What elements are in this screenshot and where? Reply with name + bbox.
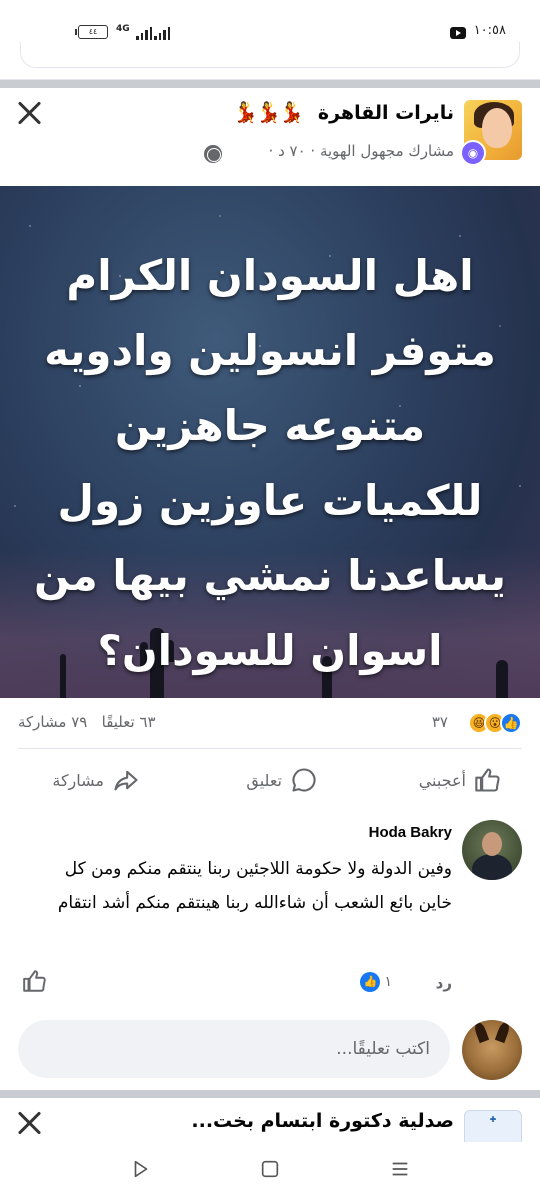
- reply-button[interactable]: رد: [436, 974, 452, 992]
- like-badge-icon: 👍: [360, 972, 381, 992]
- image-text-line: للكميات عاوزين زول: [57, 476, 483, 525]
- post-header: ◉ نايرات القاهرة 💃💃💃 مشارك مجهول الهوية …: [0, 88, 540, 186]
- divider: [18, 748, 522, 749]
- image-text-line: اهل السودان الكرام: [66, 251, 474, 300]
- signal-icon-2: [154, 26, 170, 40]
- image-text-line: اسوان للسودان؟: [97, 626, 443, 675]
- feed-separator: [0, 1090, 540, 1098]
- shares-count[interactable]: ٧٩ مشاركة: [18, 713, 87, 731]
- home-icon[interactable]: [259, 1158, 281, 1180]
- comment-input[interactable]: [18, 1020, 450, 1078]
- previous-comment-pill: [20, 42, 520, 68]
- reaction-icons[interactable]: 👍 😮 😆: [468, 712, 522, 734]
- thumbs-up-icon: [475, 768, 500, 792]
- comments-shares-count[interactable]: ٦٣ تعليقًا ٧٩ مشاركة: [18, 713, 156, 731]
- anonymous-member-icon: ◉: [460, 140, 486, 166]
- dancer-emoji-decor: 💃💃💃: [233, 100, 304, 124]
- comment-label: تعليق: [246, 770, 282, 790]
- comment-button[interactable]: تعليق: [246, 766, 318, 794]
- comment-bubble-icon: [292, 768, 316, 792]
- commenter-name[interactable]: Hoda Bakry: [369, 824, 452, 841]
- comment-composer: [0, 1014, 540, 1086]
- comments-count[interactable]: ٦٣ تعليقًا: [102, 713, 156, 731]
- feed-separator: [0, 80, 540, 88]
- previous-post-edge: [0, 42, 540, 80]
- like-label: أعجبني: [418, 770, 466, 790]
- comment-like-number: ١: [384, 974, 392, 990]
- comment-like-icon[interactable]: [22, 968, 48, 994]
- image-text-line: متنوعه جاهزين: [114, 401, 426, 450]
- share-button[interactable]: مشاركة: [52, 766, 140, 794]
- system-navigation-bar: [0, 1142, 540, 1200]
- next-post-title[interactable]: صدلية دكتورة ابتسام بخت...: [191, 1110, 454, 1132]
- comment-actions: رد 👍 ١: [0, 968, 540, 998]
- reaction-count[interactable]: ٣٧: [432, 713, 448, 731]
- image-text-line: يساعدنا نمشي بيها من: [33, 551, 506, 600]
- comment-like-count[interactable]: 👍 ١: [360, 972, 392, 992]
- close-icon[interactable]: [14, 98, 44, 128]
- close-icon[interactable]: [14, 1108, 44, 1138]
- status-time: ١٠:٥٨: [473, 23, 506, 38]
- post-meta: مشارك مجهول الهوية · ٧٠ د ·: [268, 142, 454, 160]
- share-arrow-icon: [114, 770, 138, 791]
- current-user-avatar: [462, 1020, 522, 1080]
- network-type: 4G: [116, 24, 130, 34]
- share-label: مشاركة: [52, 770, 104, 790]
- signal-icon: [136, 26, 152, 40]
- like-button[interactable]: أعجبني: [419, 766, 502, 794]
- comment-text: وفين الدولة ولا حكومة اللاجئين ربنا ينتق…: [57, 859, 452, 913]
- comment-input-pill[interactable]: [18, 1020, 450, 1078]
- comment: Hoda Bakry وفين الدولة ولا حكومة اللاجئي…: [0, 818, 540, 1008]
- post-image-text: اهل السودان الكرام متوفر انسولين وادويه …: [10, 238, 530, 688]
- back-icon[interactable]: [130, 1158, 152, 1180]
- next-post-header: ✚ صدلية دكتورة ابتسام بخت...: [0, 1098, 540, 1142]
- post-image[interactable]: اهل السودان الكرام متوفر انسولين وادويه …: [0, 186, 540, 698]
- battery-icon: ٤٤: [75, 25, 108, 39]
- recent-apps-icon[interactable]: [389, 1158, 411, 1180]
- next-post-avatar[interactable]: ✚: [464, 1110, 522, 1142]
- globe-icon: [204, 145, 222, 163]
- reactions-summary: 👍 😮 😆 ٣٧ ٦٣ تعليقًا ٧٩ مشاركة: [0, 698, 540, 746]
- image-text-line: متوفر انسولين وادويه: [44, 326, 496, 375]
- post-action-bar: أعجبني تعليق مشاركة: [0, 756, 540, 806]
- like-reaction-icon: 👍: [500, 712, 522, 734]
- youtube-notification-icon: [450, 27, 466, 39]
- commenter-avatar[interactable]: [462, 820, 522, 880]
- group-name[interactable]: نايرات القاهرة: [318, 102, 454, 124]
